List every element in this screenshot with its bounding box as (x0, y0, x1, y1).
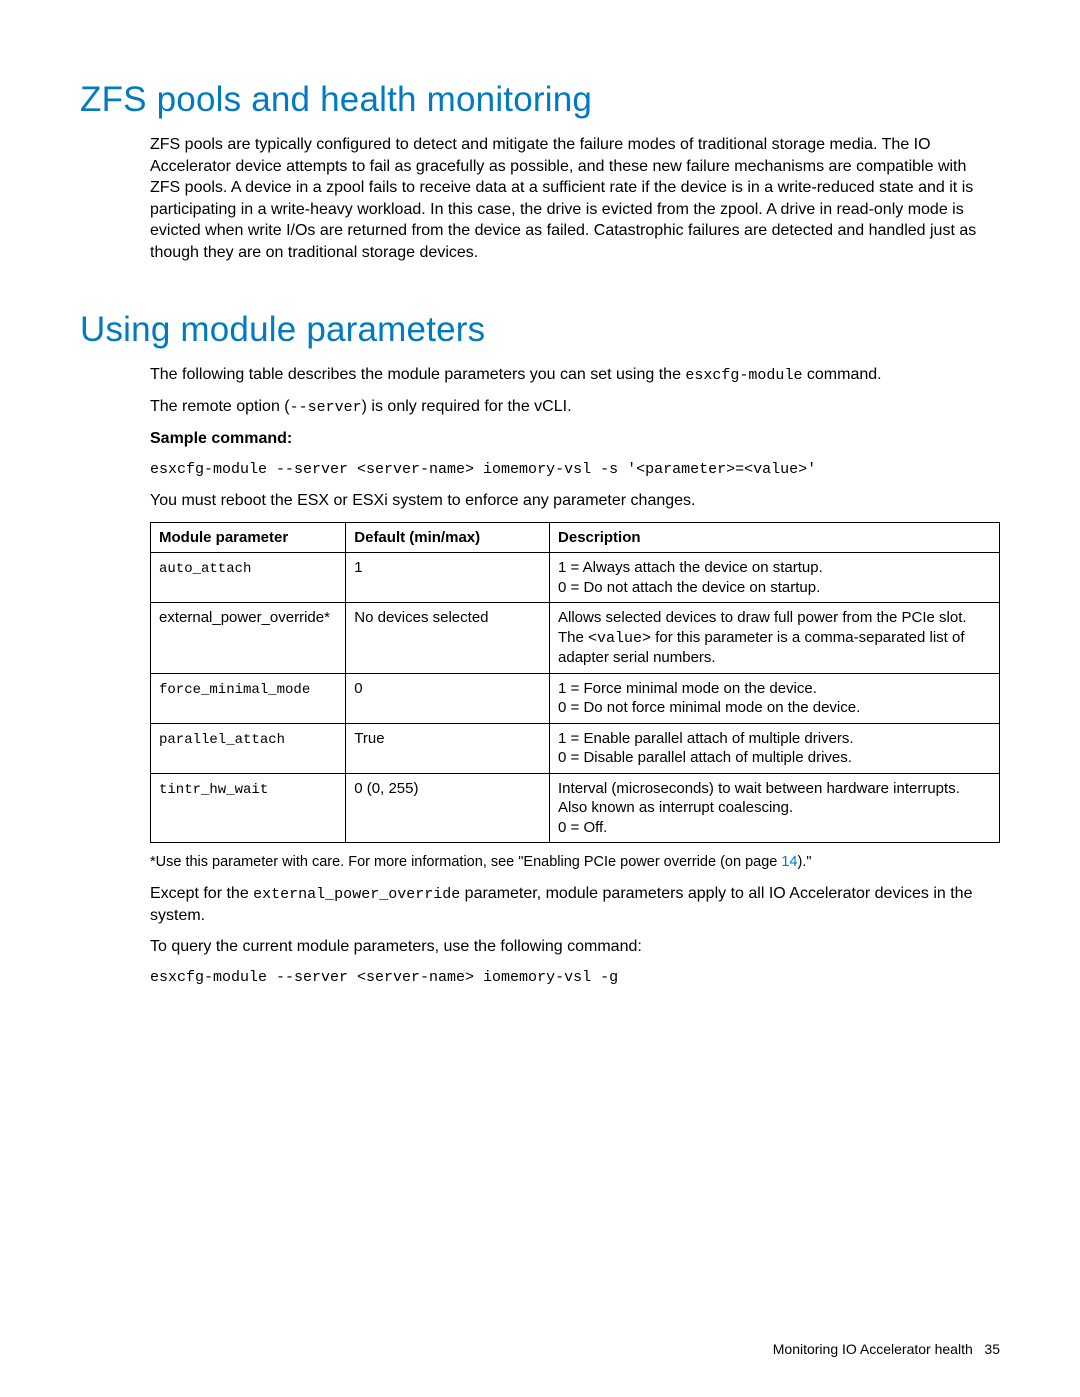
section2-title: Using module parameters (80, 310, 1000, 350)
module-parameter-table: Module parameter Default (min/max) Descr… (150, 522, 1000, 844)
cell-default: No devices selected (346, 603, 550, 674)
th-description: Description (550, 522, 1000, 553)
page-footer: Monitoring IO Accelerator health 35 (773, 1341, 1000, 1357)
th-module-parameter: Module parameter (151, 522, 346, 553)
table-row: external_power_override*No devices selec… (151, 603, 1000, 674)
cell-param: auto_attach (151, 553, 346, 603)
cell-description: 1 = Always attach the device on startup.… (550, 553, 1000, 603)
except-code: external_power_override (253, 886, 460, 903)
query-code: esxcfg-module --server <server-name> iom… (150, 968, 1000, 988)
reboot-note: You must reboot the ESX or ESXi system t… (150, 490, 1000, 512)
footnote-a: *Use this parameter with care. For more … (150, 854, 781, 870)
cell-param: external_power_override* (151, 603, 346, 674)
cell-description: 1 = Enable parallel attach of multiple d… (550, 723, 1000, 773)
footer-text: Monitoring IO Accelerator health (773, 1341, 973, 1357)
cell-default: 0 (346, 673, 550, 723)
intro2-code: --server (290, 399, 362, 416)
intro1-code: esxcfg-module (685, 367, 802, 384)
footnote-b: )." (798, 854, 812, 870)
except-para: Except for the external_power_override p… (150, 883, 1000, 927)
intro-line-2: The remote option (--server) is only req… (150, 396, 1000, 418)
intro2a: The remote option ( (150, 398, 290, 415)
cell-param: tintr_hw_wait (151, 773, 346, 843)
intro2b: ) is only required for the vCLI. (362, 398, 572, 415)
footnote-page-link[interactable]: 14 (781, 854, 797, 870)
section1-para: ZFS pools are typically configured to de… (150, 134, 1000, 264)
table-row: force_minimal_mode01 = Force minimal mod… (151, 673, 1000, 723)
table-body: auto_attach11 = Always attach the device… (151, 553, 1000, 843)
cell-default: 1 (346, 553, 550, 603)
cell-description: Allows selected devices to draw full pow… (550, 603, 1000, 674)
section1-title: ZFS pools and health monitoring (80, 80, 1000, 120)
sample-command-code: esxcfg-module --server <server-name> iom… (150, 460, 1000, 480)
intro1b: command. (802, 366, 881, 383)
section1-body: ZFS pools are typically configured to de… (150, 134, 1000, 264)
table-row: parallel_attachTrue1 = Enable parallel a… (151, 723, 1000, 773)
page-container: ZFS pools and health monitoring ZFS pool… (0, 0, 1080, 1397)
cell-default: True (346, 723, 550, 773)
cell-description: Interval (microseconds) to wait between … (550, 773, 1000, 843)
table-footnote: *Use this parameter with care. For more … (150, 853, 1000, 873)
table-header-row: Module parameter Default (min/max) Descr… (151, 522, 1000, 553)
except-a: Except for the (150, 885, 253, 902)
cell-param: force_minimal_mode (151, 673, 346, 723)
cell-param: parallel_attach (151, 723, 346, 773)
intro1a: The following table describes the module… (150, 366, 685, 383)
table-row: tintr_hw_wait0 (0, 255)Interval (microse… (151, 773, 1000, 843)
th-default: Default (min/max) (346, 522, 550, 553)
cell-default: 0 (0, 255) (346, 773, 550, 843)
section2-body: The following table describes the module… (150, 364, 1000, 989)
query-text: To query the current module parameters, … (150, 936, 1000, 958)
cell-description: 1 = Force minimal mode on the device.0 =… (550, 673, 1000, 723)
sample-command-label: Sample command: (150, 428, 1000, 450)
intro-line-1: The following table describes the module… (150, 364, 1000, 386)
footer-page-number: 35 (984, 1341, 1000, 1357)
table-row: auto_attach11 = Always attach the device… (151, 553, 1000, 603)
